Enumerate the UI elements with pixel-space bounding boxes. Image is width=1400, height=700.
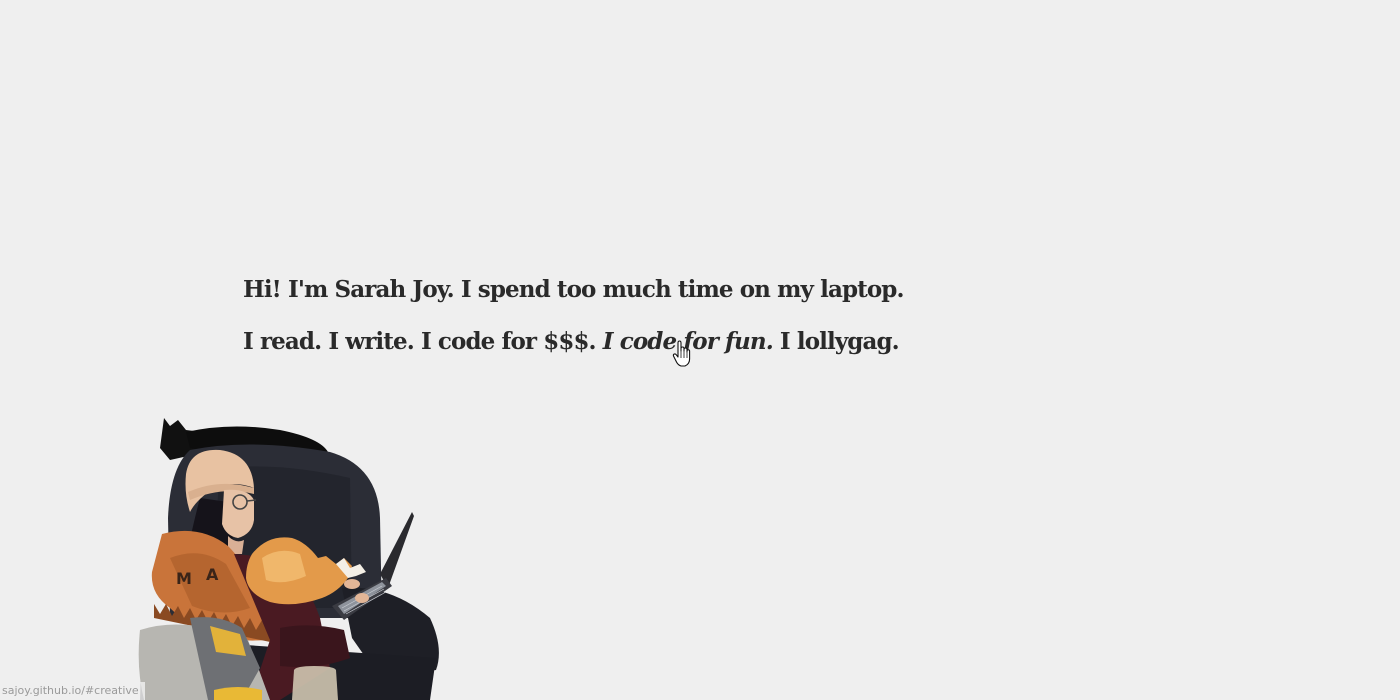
write-link[interactable]: I write. <box>328 328 414 355</box>
intro-line-1: Hi! I'm Sarah Joy. I spend too much time… <box>243 276 904 303</box>
svg-text:M: M <box>176 569 192 588</box>
code-for-fun-link[interactable]: I code for fun. <box>603 328 774 355</box>
profile-photo: M A <box>138 418 439 700</box>
intro-text: Hi! I'm Sarah Joy. I spend too much time… <box>243 264 904 368</box>
intro-line-2: I read. I write. I code for $$$. I code … <box>243 316 904 368</box>
svg-text:A: A <box>206 565 219 584</box>
lollygag-link[interactable]: I lollygag. <box>780 328 900 355</box>
status-bar-url: sajoy.github.io/#creative <box>0 682 145 700</box>
code-for-money-link[interactable]: I code for $$$. <box>421 328 597 355</box>
page: Hi! I'm Sarah Joy. I spend too much time… <box>0 0 1400 700</box>
read-link[interactable]: I read. <box>243 328 322 355</box>
